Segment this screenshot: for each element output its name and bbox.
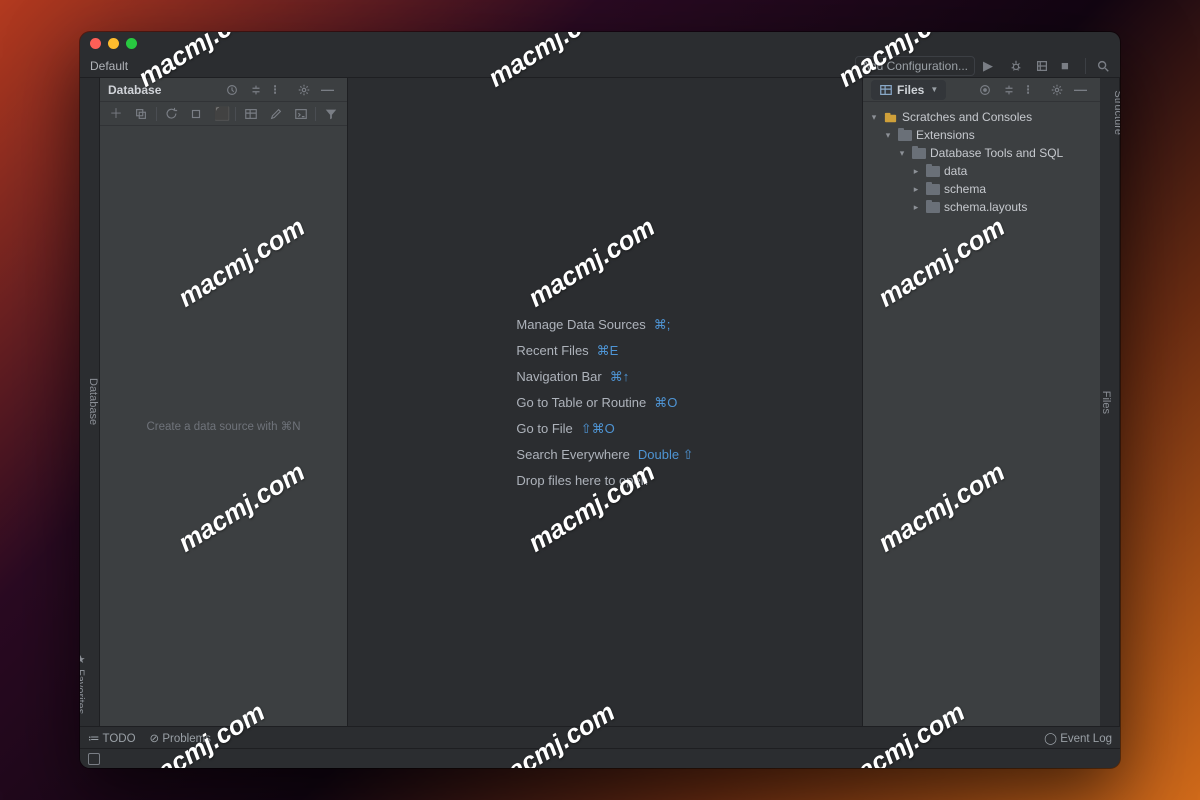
app-window: Default Add Configuration... ▶ ■ Databas… [80, 32, 1120, 768]
chevron-right-icon[interactable]: ▸ [911, 184, 921, 195]
main-body: Database ★ Favorites Database ⁝ — ＋ [80, 78, 1120, 726]
edit-icon[interactable] [265, 103, 286, 125]
todo-tool-button[interactable]: ≔ TODO [88, 731, 136, 745]
table-view-icon[interactable] [240, 103, 261, 125]
hint-go-to-file: Go to File⇧⌘O [516, 421, 693, 437]
files-view-selector[interactable]: Files ▼ [871, 80, 946, 100]
database-panel-title: Database [108, 83, 161, 97]
stripe-tab-structure[interactable]: Structure [1112, 84, 1120, 141]
problems-tool-button[interactable]: ⊘ Problems [150, 731, 211, 745]
folder-icon [911, 146, 926, 161]
show-options-icon[interactable]: ⁝ [269, 79, 291, 101]
scratches-icon [883, 110, 898, 125]
folder-icon [925, 182, 940, 197]
database-panel-header: Database ⁝ — [100, 78, 347, 102]
filter-icon[interactable] [320, 103, 341, 125]
right-stripe: Files Structure [1100, 78, 1120, 726]
refresh-icon[interactable] [161, 103, 182, 125]
tree-node-data[interactable]: ▸ data [867, 162, 1096, 180]
expand-all-icon[interactable] [998, 79, 1020, 101]
select-opened-file-icon[interactable] [974, 79, 996, 101]
debug-icon[interactable] [1005, 55, 1027, 77]
tree-node-extensions[interactable]: ▾ Extensions [867, 126, 1096, 144]
hint-drop-files: Drop files here to open [516, 473, 693, 488]
hint-navigation-bar: Navigation Bar⌘↑ [516, 369, 693, 385]
hint-recent-files: Recent Files⌘E [516, 343, 693, 359]
hide-panel-icon[interactable]: — [1070, 79, 1092, 101]
show-options-menu-icon[interactable]: ⁝ [1022, 79, 1044, 101]
files-tree[interactable]: ▾ Scratches and Consoles ▾ Extensions ▾ … [863, 102, 1100, 222]
hide-tool-windows-icon[interactable] [88, 753, 100, 765]
files-tool-window: Files ▼ ⁝ — ▾ Scratches and Consoles [862, 78, 1100, 726]
add-configuration-button[interactable]: Add Configuration... [855, 56, 975, 76]
main-toolbar: Default Add Configuration... ▶ ■ [80, 54, 1120, 78]
hide-panel-icon[interactable]: — [317, 79, 339, 101]
stripe-tab-database[interactable]: Database [87, 372, 99, 431]
stop-icon[interactable]: ■ [1057, 55, 1079, 77]
gear-icon[interactable] [1046, 79, 1068, 101]
database-tool-window: Database ⁝ — ＋ ⬛ [100, 78, 348, 726]
files-panel-header: Files ▼ ⁝ — [863, 78, 1100, 102]
welcome-hints: Manage Data Sources⌘; Recent Files⌘E Nav… [516, 317, 693, 488]
left-stripe: Database ★ Favorites [80, 78, 100, 726]
chevron-right-icon[interactable]: ▸ [911, 166, 921, 177]
stripe-tab-files[interactable]: Files [1100, 384, 1112, 419]
zoom-window-icon[interactable] [126, 38, 137, 49]
chevron-down-icon[interactable]: ▾ [897, 148, 907, 159]
search-everywhere-icon[interactable] [1092, 55, 1114, 77]
tree-node-db-tools[interactable]: ▾ Database Tools and SQL [867, 144, 1096, 162]
hint-go-to-table: Go to Table or Routine⌘O [516, 395, 693, 411]
editor-area[interactable]: Manage Data Sources⌘; Recent Files⌘E Nav… [348, 78, 862, 726]
folder-icon [897, 128, 912, 143]
stop-sync-icon[interactable] [186, 103, 207, 125]
tree-node-schema-layouts[interactable]: ▸ schema.layouts [867, 198, 1096, 216]
hint-search-everywhere: Search EverywhereDouble ⇧ [516, 447, 693, 463]
jump-to-console-icon[interactable] [290, 103, 311, 125]
duplicate-icon[interactable] [131, 103, 152, 125]
chevron-down-icon[interactable]: ▾ [869, 112, 879, 123]
chevron-right-icon[interactable]: ▸ [911, 202, 921, 213]
minimize-window-icon[interactable] [108, 38, 119, 49]
add-icon[interactable]: ＋ [106, 103, 127, 125]
gear-icon[interactable] [293, 79, 315, 101]
run-with-coverage-icon[interactable] [1031, 55, 1053, 77]
titlebar [80, 32, 1120, 54]
close-window-icon[interactable] [90, 38, 101, 49]
tree-node-scratches[interactable]: ▾ Scratches and Consoles [867, 108, 1096, 126]
run-icon[interactable]: ▶ [979, 55, 1001, 77]
folder-icon [925, 164, 940, 179]
chevron-down-icon[interactable]: ▾ [883, 130, 893, 141]
database-toolbar: ＋ ⬛ [100, 102, 347, 126]
collapse-all-icon[interactable] [245, 79, 267, 101]
tree-node-schema[interactable]: ▸ schema [867, 180, 1096, 198]
disconnect-icon[interactable]: ⬛ [211, 103, 232, 125]
database-empty-placeholder: Create a data source with ⌘N [100, 126, 347, 726]
hint-manage-data-sources: Manage Data Sources⌘; [516, 317, 693, 333]
event-log-tool-button[interactable]: ◯ Event Log [1044, 731, 1112, 745]
folder-icon [925, 200, 940, 215]
stripe-tab-favorites[interactable]: ★ Favorites [80, 647, 87, 720]
breadcrumb-project[interactable]: Default [86, 59, 132, 73]
datasource-properties-icon[interactable] [221, 79, 243, 101]
bottom-toolbar: ≔ TODO ⊘ Problems ◯ Event Log [80, 726, 1120, 748]
status-bar [80, 748, 1120, 768]
